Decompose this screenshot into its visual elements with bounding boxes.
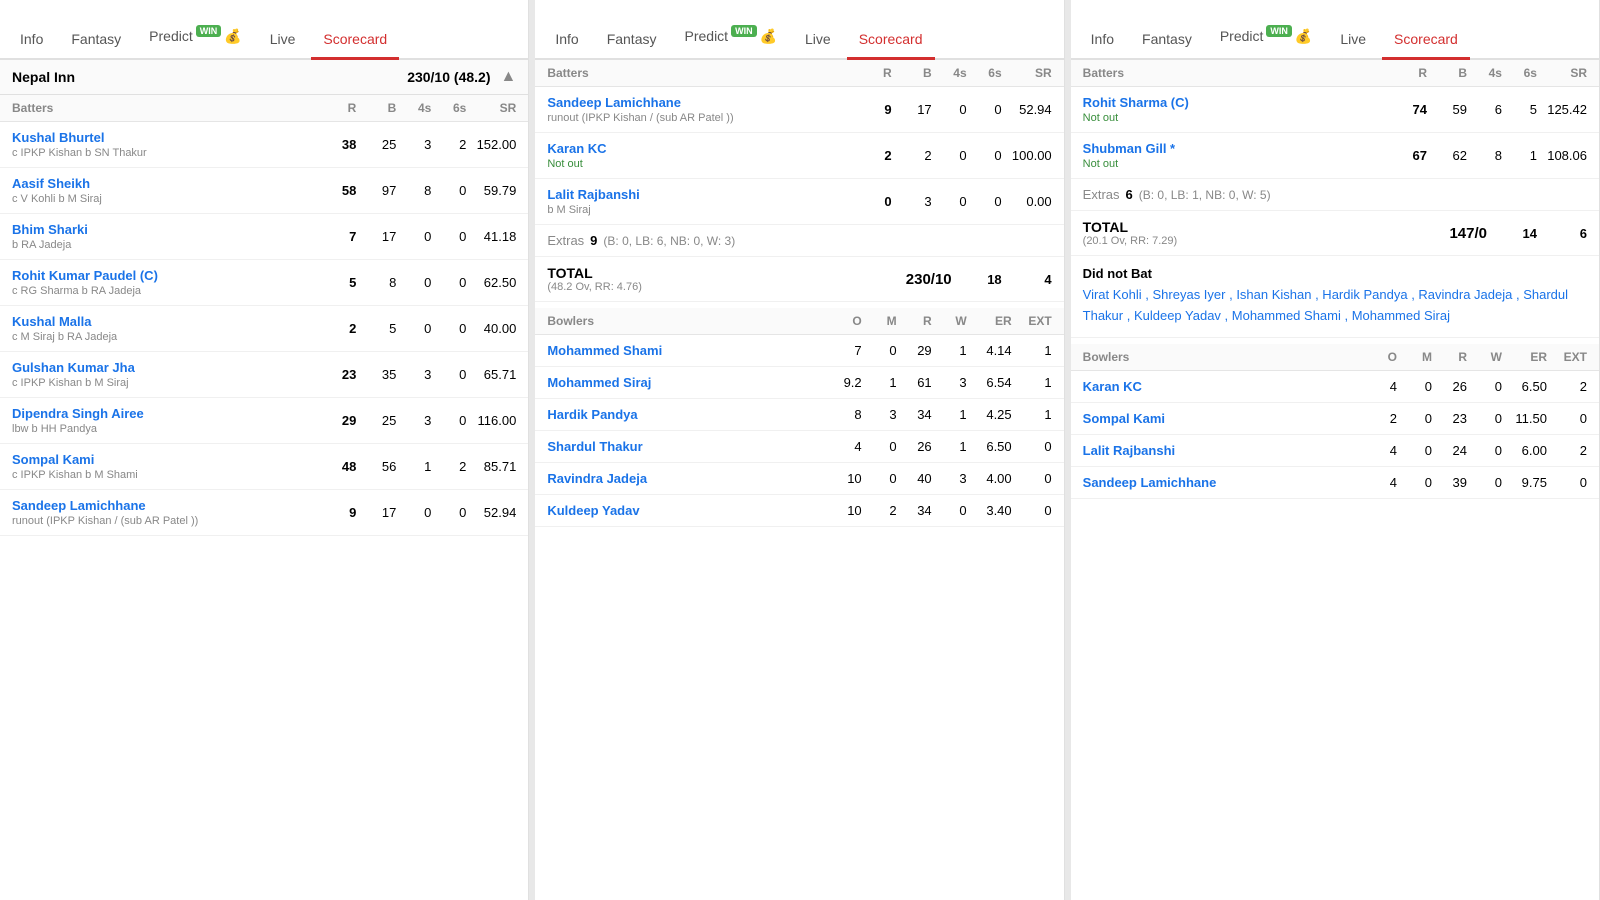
bowler-row-kuldeep: Kuldeep Yadav 10 2 34 0 3.40 0 <box>535 495 1063 527</box>
tab-predict-2[interactable]: Predict WIN 💰 <box>673 15 790 60</box>
win-badge-3: WIN <box>1266 25 1292 37</box>
win-badge-1: WIN <box>196 25 222 37</box>
collapse-icon-nepal[interactable]: ▲ <box>500 68 516 86</box>
bowler-row-sompal-kami: Sompal Kami 2 0 23 0 11.50 0 <box>1071 403 1599 435</box>
scorecard-body-3: Batters R B 4s 6s SR Rohit Sharma (C)Not… <box>1071 60 1599 900</box>
panel-nepal-bowlers: Info Fantasy Predict WIN 💰 Live Scorecar… <box>535 0 1064 900</box>
bowlers-table-header-3: Bowlers O M R W ER EXT <box>1071 344 1599 371</box>
col-batters-2: Batters <box>547 66 851 80</box>
tab-bar-nepal-2: Info Fantasy Predict WIN 💰 Live Scorecar… <box>535 0 1063 60</box>
batter-row-aasif-sheikh: Aasif Sheikhc V Kohli b M Siraj 58 97 8 … <box>0 168 528 214</box>
col-6s-1: 6s <box>431 101 466 115</box>
scorecard-body-1: Nepal Inn 230/10 (48.2) ▲ Batters R B 4s… <box>0 60 528 900</box>
tab-bar-nepal: Info Fantasy Predict WIN 💰 Live Scorecar… <box>0 0 528 60</box>
panel-india: Info Fantasy Predict WIN 💰 Live Scorecar… <box>1071 0 1600 900</box>
bowler-row-lalit-raj: Lalit Rajbanshi 4 0 24 0 6.00 2 <box>1071 435 1599 467</box>
tab-fantasy-3[interactable]: Fantasy <box>1130 21 1204 60</box>
tab-fantasy-1[interactable]: Fantasy <box>59 21 133 60</box>
extras-row-3: Extras6(B: 0, LB: 1, NB: 0, W: 5) <box>1071 179 1599 211</box>
batter-row-kushal-malla: Kushal Mallac M Siraj b RA Jadeja 2 5 0 … <box>0 306 528 352</box>
bowler-row-shami: Mohammed Shami 7 0 29 1 4.14 1 <box>535 335 1063 367</box>
batter-row-rohit-sharma: Rohit Sharma (C)Not out 74 59 6 5 125.42 <box>1071 87 1599 133</box>
col-b-1: B <box>356 101 396 115</box>
batter-row-bhim-sharki: Bhim Sharkib RA Jadeja 7 17 0 0 41.18 <box>0 214 528 260</box>
bowler-row-hardik: Hardik Pandya 8 3 34 1 4.25 1 <box>535 399 1063 431</box>
total-row-2: TOTAL (48.2 Ov, RR: 4.76) 230/10 18 4 <box>535 257 1063 302</box>
total-row-3: TOTAL (20.1 Ov, RR: 7.29) 147/0 14 6 <box>1071 211 1599 256</box>
batter-row-rohit-paudel: Rohit Kumar Paudel (C)c RG Sharma b RA J… <box>0 260 528 306</box>
team-score-nepal: 230/10 (48.2) <box>407 69 490 85</box>
tab-live-3[interactable]: Live <box>1328 21 1378 60</box>
batter-row-sandeep-2: Sandeep Lamichhanerunout (IPKP Kishan / … <box>535 87 1063 133</box>
bowler-row-shardul: Shardul Thakur 4 0 26 1 6.50 0 <box>535 431 1063 463</box>
col-4s-1: 4s <box>396 101 431 115</box>
tab-live-2[interactable]: Live <box>793 21 843 60</box>
tab-fantasy-2[interactable]: Fantasy <box>595 21 669 60</box>
tab-predict-3[interactable]: Predict WIN 💰 <box>1208 15 1325 60</box>
bowlers-table-header-2: Bowlers O M R W ER EXT <box>535 308 1063 335</box>
col-sr-1: SR <box>466 101 516 115</box>
bowler-row-karan-kc: Karan KC 4 0 26 0 6.50 2 <box>1071 371 1599 403</box>
tab-live-1[interactable]: Live <box>258 21 308 60</box>
batter-row-sandeep-1: Sandeep Lamichhanerunout (IPKP Kishan / … <box>0 490 528 536</box>
tab-scorecard-1[interactable]: Scorecard <box>311 21 399 60</box>
coin-icon-1: 💰 <box>224 28 241 45</box>
bowler-row-sandeep-lam: Sandeep Lamichhane 4 0 39 0 9.75 0 <box>1071 467 1599 499</box>
team-header-nepal: Nepal Inn 230/10 (48.2) ▲ <box>0 60 528 95</box>
tab-info-3[interactable]: Info <box>1079 21 1126 60</box>
batter-row-gulshan-jha: Gulshan Kumar Jhac IPKP Kishan b M Siraj… <box>0 352 528 398</box>
coin-icon-2: 💰 <box>760 28 777 45</box>
bowler-row-siraj: Mohammed Siraj 9.2 1 61 3 6.54 1 <box>535 367 1063 399</box>
batters-table-header-2: Batters R B 4s 6s SR <box>535 60 1063 87</box>
extras-row-2: Extras9(B: 0, LB: 6, NB: 0, W: 3) <box>535 225 1063 257</box>
tab-scorecard-2[interactable]: Scorecard <box>847 21 935 60</box>
col-batters-1: Batters <box>12 101 316 115</box>
col-r-1: R <box>316 101 356 115</box>
batter-row-kushal-bhurtel: Kushal Bhurtelc IPKP Kishan b SN Thakur … <box>0 122 528 168</box>
bowler-row-jadeja: Ravindra Jadeja 10 0 40 3 4.00 0 <box>535 463 1063 495</box>
tab-bar-india: Info Fantasy Predict WIN 💰 Live Scorecar… <box>1071 0 1599 60</box>
win-badge-2: WIN <box>731 25 757 37</box>
panel-nepal-inn: Info Fantasy Predict WIN 💰 Live Scorecar… <box>0 0 529 900</box>
tab-info-2[interactable]: Info <box>543 21 590 60</box>
scorecard-body-2: Batters R B 4s 6s SR Sandeep Lamichhaner… <box>535 60 1063 900</box>
batter-row-shubman-gill: Shubman Gill *Not out 67 62 8 1 108.06 <box>1071 133 1599 179</box>
batter-row-dipendra: Dipendra Singh Aireelbw b HH Pandya 29 2… <box>0 398 528 444</box>
batter-row-sompal: Sompal Kamic IPKP Kishan b M Shami 48 56… <box>0 444 528 490</box>
batters-table-header-3: Batters R B 4s 6s SR <box>1071 60 1599 87</box>
tab-info-1[interactable]: Info <box>8 21 55 60</box>
batters-table-header-1: Batters R B 4s 6s SR <box>0 95 528 122</box>
did-not-bat-section: Did not Bat Virat Kohli , Shreyas Iyer ,… <box>1071 256 1599 338</box>
tab-predict-1[interactable]: Predict WIN 💰 <box>137 15 254 60</box>
coin-icon-3: 💰 <box>1295 28 1312 45</box>
batter-row-karan-kc: Karan KCNot out 2 2 0 0 100.00 <box>535 133 1063 179</box>
tab-scorecard-3[interactable]: Scorecard <box>1382 21 1470 60</box>
batter-row-lalit: Lalit Rajbanshib M Siraj 0 3 0 0 0.00 <box>535 179 1063 225</box>
team-name-nepal: Nepal Inn <box>12 69 75 85</box>
